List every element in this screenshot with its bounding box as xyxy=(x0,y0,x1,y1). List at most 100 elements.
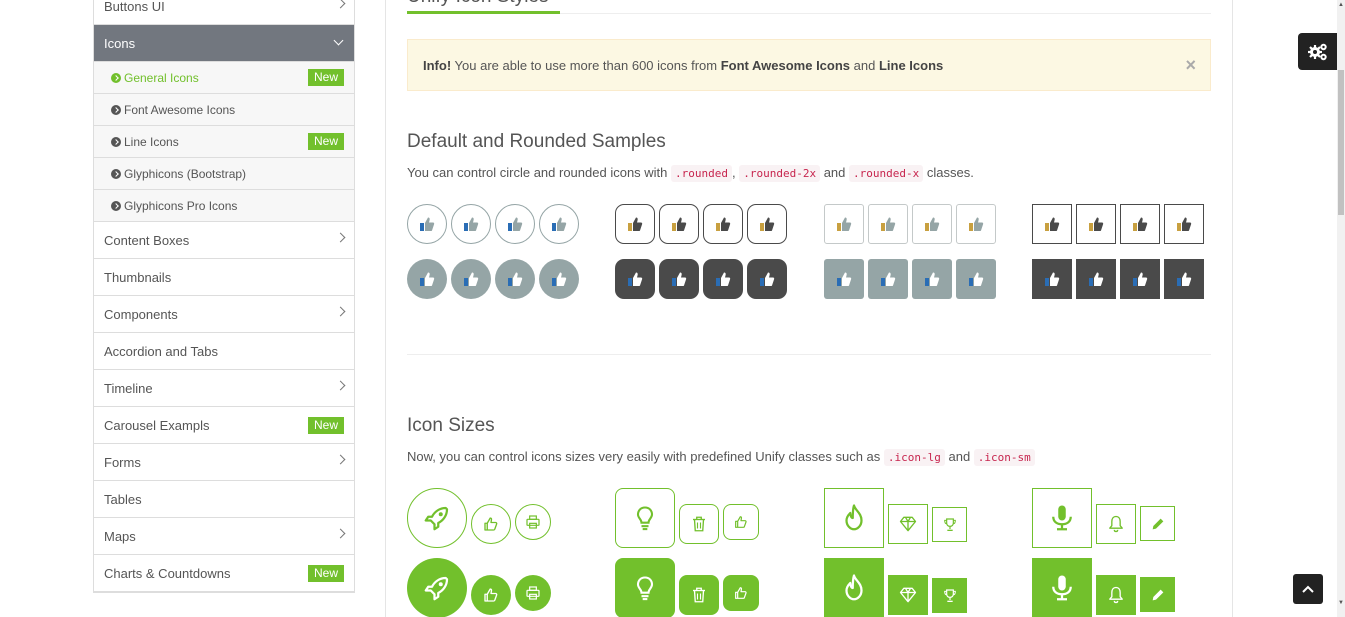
icon-size-lg-circle xyxy=(407,488,467,548)
section-description-default-rounded: You can control circle and rounded icons… xyxy=(407,165,974,182)
sidebar-subitem[interactable]: General Icons New xyxy=(94,62,354,94)
sidebar-item-label: Components xyxy=(104,306,178,322)
section-divider xyxy=(407,354,1211,355)
icon-rounded-outline xyxy=(703,204,743,244)
sidebar-subitem-label: General Icons xyxy=(124,70,199,85)
icon-square-grey-filled xyxy=(868,259,908,299)
icon-circle-outline xyxy=(539,204,579,244)
section-title-icon-sizes: Icon Sizes xyxy=(407,415,495,436)
thumbs-up-icon xyxy=(1089,217,1104,231)
code-rounded-x: .rounded-x xyxy=(849,165,924,182)
icon-square-grey-outline xyxy=(824,204,864,244)
sidebar-item[interactable]: Buttons UI xyxy=(94,0,354,25)
alert-close-button[interactable]: × xyxy=(1185,56,1196,74)
thumbs-up-icon xyxy=(1133,272,1148,286)
back-to-top-button[interactable] xyxy=(1293,574,1323,604)
icon-rounded-filled xyxy=(703,259,743,299)
new-badge: New xyxy=(307,416,344,434)
chevron-right-icon xyxy=(335,528,346,539)
code-icon-lg: .icon-lg xyxy=(883,449,945,466)
sidebar-item[interactable]: Thumbnails xyxy=(94,259,354,296)
trash-icon xyxy=(693,516,705,532)
thumbs-up-icon xyxy=(420,272,435,286)
sidebar-subitem-label: Line Icons xyxy=(124,134,179,149)
chevron-right-icon xyxy=(335,0,346,9)
icon-circle-filled xyxy=(407,259,447,299)
icon-rounded-outline xyxy=(747,204,787,244)
thumbs-up-icon xyxy=(881,272,896,286)
sizes-text-2: and xyxy=(944,449,974,464)
icon-square-dark-outline xyxy=(1120,204,1160,244)
thumbs-up-icon xyxy=(464,272,479,286)
sidebar-subitem[interactable]: Glyphicons (Bootstrap) xyxy=(94,158,354,190)
thumbs-up-icon xyxy=(464,217,479,231)
chevron-circle-right-icon xyxy=(111,72,121,83)
lightbulb-icon xyxy=(636,576,654,601)
desc-text-1: You can control circle and rounded icons… xyxy=(407,165,672,180)
icon-size-md-square xyxy=(888,504,928,544)
thumbs-up-icon xyxy=(760,217,775,231)
sidebar-item[interactable]: Content Boxes xyxy=(94,222,354,259)
scroll-down-arrow[interactable]: ▼ xyxy=(1338,600,1344,606)
thumbs-up-icon xyxy=(735,587,747,599)
sidebar-item[interactable]: Charts & Countdowns New xyxy=(94,555,354,592)
icon-size-lg-square-2 xyxy=(1032,558,1092,617)
sidebar-item[interactable]: Timeline xyxy=(94,370,354,407)
sidebar-item[interactable]: Components xyxy=(94,296,354,333)
sidebar-item[interactable]: Forms xyxy=(94,444,354,481)
thumbs-up-icon xyxy=(552,217,567,231)
thumbs-up-icon xyxy=(1177,217,1192,231)
diamond-icon xyxy=(899,587,917,603)
thumbs-up-icon xyxy=(672,272,687,286)
trash-icon xyxy=(693,587,705,603)
thumbs-up-icon xyxy=(484,588,498,602)
thumbs-up-icon xyxy=(628,217,643,231)
icon-square-grey-outline xyxy=(912,204,952,244)
new-badge: New xyxy=(307,133,344,150)
thumbs-up-icon xyxy=(552,272,567,286)
style-switcher-button[interactable] xyxy=(1298,33,1337,70)
sidebar-item[interactable]: Accordion and Tabs xyxy=(94,333,354,370)
icon-size-lg-circle xyxy=(407,558,467,617)
rocket-icon xyxy=(424,506,449,531)
sidebar-subitem[interactable]: Font Awesome Icons xyxy=(94,94,354,126)
alert-text-1: You are able to use more than 600 icons … xyxy=(451,57,721,73)
icon-square-dark-filled xyxy=(1120,259,1160,299)
icon-rounded-filled xyxy=(747,259,787,299)
icon-square-dark-filled xyxy=(1164,259,1204,299)
sidebar-item[interactable]: Icons xyxy=(94,25,354,62)
icon-square-grey-filled xyxy=(824,259,864,299)
icon-size-sm-circle xyxy=(515,504,551,540)
page-scrollbar[interactable]: ▲ ▼ xyxy=(1337,0,1345,617)
thumbs-up-icon xyxy=(1089,272,1104,286)
sidebar-item-label: Charts & Countdowns xyxy=(104,565,231,581)
alert-strong: Info! xyxy=(423,57,452,73)
thumbs-up-icon xyxy=(837,217,852,231)
sidebar-item-label: Tables xyxy=(104,491,142,507)
sidebar-item[interactable]: Carousel Exampls New xyxy=(94,407,354,444)
thumbs-up-icon xyxy=(508,217,523,231)
sidebar-item[interactable]: Maps xyxy=(94,518,354,555)
sidebar-item-label: Icons xyxy=(104,35,136,51)
icon-rounded-filled xyxy=(615,259,655,299)
diamond-icon xyxy=(899,516,917,532)
icon-size-md-square xyxy=(888,575,928,615)
icon-size-md-rounded xyxy=(679,504,719,544)
icon-rounded-filled xyxy=(659,259,699,299)
sidebar-item[interactable]: Tables xyxy=(94,481,354,518)
sidebar-subitem[interactable]: Line Icons New xyxy=(94,126,354,158)
icon-square-dark-filled xyxy=(1076,259,1116,299)
scroll-thumb[interactable] xyxy=(1338,70,1344,215)
bell-icon xyxy=(1109,515,1123,533)
fire-icon xyxy=(845,574,863,601)
desc-text-2: and xyxy=(820,165,850,180)
thumbs-up-icon xyxy=(735,516,747,528)
sidebar-item-label: Carousel Exampls xyxy=(104,417,210,433)
gears-icon xyxy=(1307,43,1327,60)
sidebar-subitem-label: Glyphicons Pro Icons xyxy=(124,198,238,213)
sidebar-subitem[interactable]: Glyphicons Pro Icons xyxy=(94,190,354,222)
content-left-border xyxy=(385,0,386,617)
scroll-up-arrow[interactable]: ▲ xyxy=(1338,2,1344,8)
code-rounded-2x: .rounded-2x xyxy=(739,165,821,182)
sidebar-item-label: Thumbnails xyxy=(104,269,172,285)
